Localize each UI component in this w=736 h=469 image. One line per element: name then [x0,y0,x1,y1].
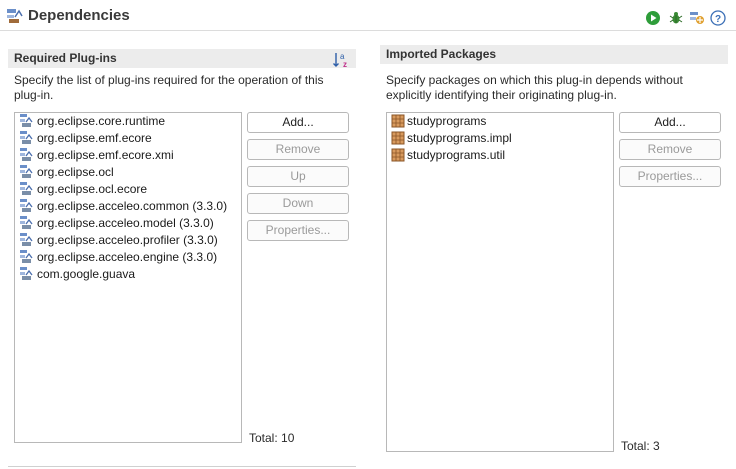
debug-icon[interactable] [668,10,684,26]
list-item-label: studyprograms [407,114,487,128]
section-title: Imported Packages [386,47,497,61]
list-item-label: org.eclipse.ocl [37,165,114,179]
list-item-label: org.eclipse.emf.ecore [37,131,152,145]
plugin-icon [19,198,37,213]
list-item-label: org.eclipse.emf.ecore.xmi [37,148,174,162]
plugin-icon [19,130,37,145]
list-item[interactable]: org.eclipse.acceleo.common (3.3.0) [19,198,227,215]
pde-icon[interactable] [689,10,705,26]
plugin-icon [19,232,37,247]
help-icon[interactable]: ? [710,10,726,26]
plugin-icon [19,164,37,179]
list-item-label: org.eclipse.acceleo.profiler (3.3.0) [37,233,218,247]
list-item-label: studyprograms.util [407,148,506,162]
list-item[interactable]: org.eclipse.ocl.ecore [19,181,147,198]
description-line: plug-in. [14,88,54,102]
plugin-icon [19,181,37,196]
add-package-button[interactable]: Add... [619,112,721,133]
list-item-label: org.eclipse.ocl.ecore [37,182,148,196]
list-item-label: com.google.guava [37,267,136,281]
list-item-label: org.eclipse.acceleo.model (3.3.0) [37,216,214,230]
plugin-properties-button[interactable]: Properties... [247,220,349,241]
dependencies-icon [6,7,24,25]
required-total: Total: 10 [249,431,295,445]
package-icon [391,131,407,145]
svg-text:?: ? [715,14,721,25]
list-item[interactable]: studyprograms.impl [391,130,512,147]
page-title: Dependencies [28,7,130,24]
imported-packages-header: Imported Packages [380,45,728,64]
package-properties-button[interactable]: Properties... [619,166,721,187]
plugin-icon [19,113,37,128]
sort-alphabetical-icon[interactable]: a z [332,51,350,69]
remove-package-button[interactable]: Remove [619,139,721,160]
header-divider [0,30,736,31]
plugin-icon [19,266,37,281]
required-plugins-list[interactable]: org.eclipse.core.runtime org.eclipse.emf.… [14,112,242,443]
plugin-icon [19,215,37,230]
add-plugin-button[interactable]: Add... [247,112,349,133]
section-divider [8,466,356,467]
list-item[interactable]: org.eclipse.acceleo.model (3.3.0) [19,215,214,232]
list-item[interactable]: studyprograms [391,113,486,130]
list-item-label: org.eclipse.acceleo.common (3.3.0) [37,199,228,213]
list-item[interactable]: org.eclipse.emf.ecore.xmi [19,147,174,164]
run-icon[interactable] [645,10,661,26]
list-item[interactable]: org.eclipse.acceleo.profiler (3.3.0) [19,232,218,249]
plugin-icon [19,249,37,264]
list-item[interactable]: org.eclipse.acceleo.engine (3.3.0) [19,249,217,266]
svg-text:z: z [343,60,347,69]
package-icon [391,148,407,162]
up-button[interactable]: Up [247,166,349,187]
list-item-label: org.eclipse.acceleo.engine (3.3.0) [37,250,218,264]
list-item[interactable]: org.eclipse.core.runtime [19,113,165,130]
imported-total: Total: 3 [621,439,660,453]
imported-description: Specify packages on which this plug-in d… [386,73,683,103]
list-item[interactable]: org.eclipse.ocl [19,164,114,181]
down-button[interactable]: Down [247,193,349,214]
section-title: Required Plug-ins [14,51,117,65]
list-item[interactable]: studyprograms.util [391,147,505,164]
required-plugins-header: Required Plug-ins [8,49,356,68]
required-description: Specify the list of plug-ins required fo… [14,73,324,103]
imported-packages-list[interactable]: studyprograms studyprograms.impl studyprog… [386,112,614,452]
description-line: Specify the list of plug-ins required fo… [14,73,324,87]
description-line: Specify packages on which this plug-in d… [386,73,683,87]
list-item-label: studyprograms.impl [407,131,512,145]
package-icon [391,114,407,128]
remove-plugin-button[interactable]: Remove [247,139,349,160]
description-line: explicitly identifying their originating… [386,88,617,102]
list-item-label: org.eclipse.core.runtime [37,114,166,128]
plugin-icon [19,147,37,162]
list-item[interactable]: org.eclipse.emf.ecore [19,130,152,147]
list-item[interactable]: com.google.guava [19,266,135,283]
